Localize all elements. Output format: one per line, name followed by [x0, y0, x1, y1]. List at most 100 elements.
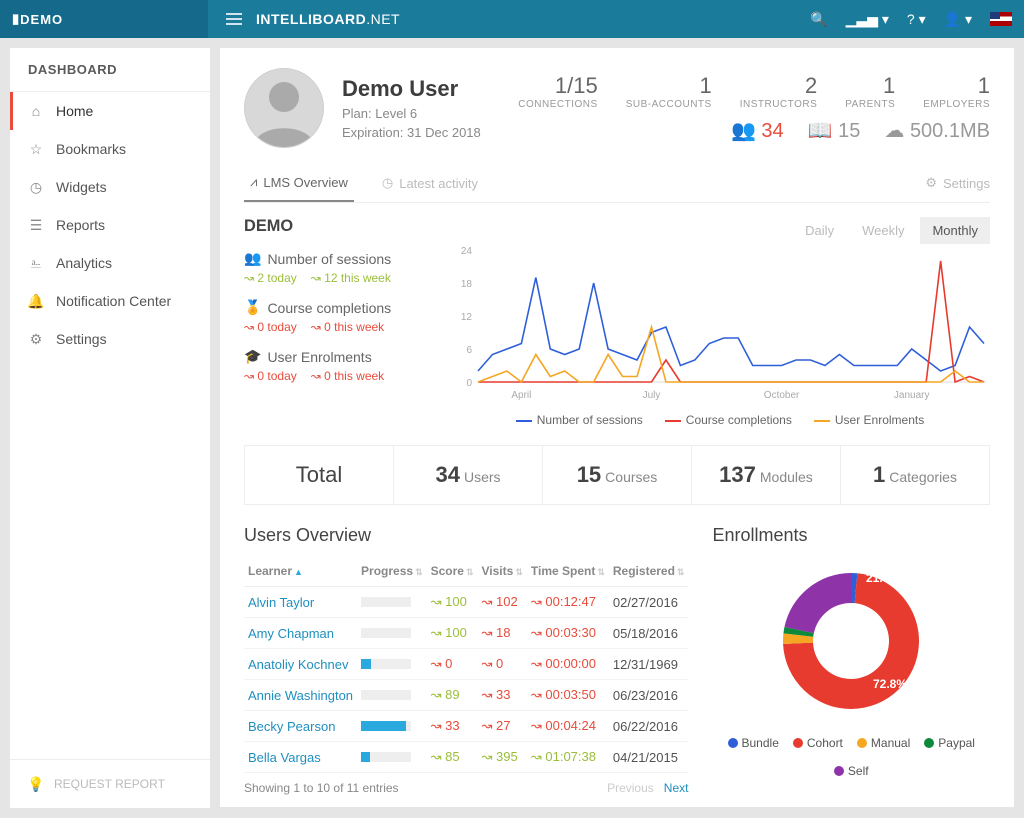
stat-instructors: 2INSTRUCTORS	[740, 73, 818, 110]
sidebar-item-analytics[interactable]: ⎁ Analytics	[10, 244, 210, 282]
pager-prev[interactable]: Previous	[607, 781, 654, 795]
th-score[interactable]: Score⇅	[427, 556, 478, 587]
flag-icon[interactable]	[990, 12, 1012, 26]
sidebar-item-label: Analytics	[56, 255, 112, 271]
totals: Total 34Users 15Courses 137Modules 1Cate…	[244, 445, 990, 505]
sidebar-item-label: Bookmarks	[56, 141, 126, 157]
metric-completions: 🏅Course completions ↝ 0 today↝ 0 this we…	[244, 299, 436, 334]
svg-text:0: 0	[466, 378, 472, 389]
bulb-icon: 💡	[28, 776, 44, 792]
learner-link[interactable]: Alvin Taylor	[244, 587, 357, 618]
sidebar-item-widgets[interactable]: ◷ Widgets	[10, 168, 210, 206]
period-weekly[interactable]: Weekly	[850, 217, 916, 244]
pulse-icon: ⩘	[250, 174, 257, 190]
th-visits[interactable]: Visits⇅	[478, 556, 527, 587]
period-daily[interactable]: Daily	[793, 217, 846, 244]
avatar	[244, 68, 324, 148]
sidebar: DASHBOARD ⌂Home☆Bookmarks◷Widgets☰Report…	[10, 48, 210, 808]
table-row: Becky Pearson ↝ 33 ↝ 27 ↝ 00:04:24 06/22…	[244, 711, 688, 742]
search-icon[interactable]: 🔍	[810, 11, 827, 28]
demo-title: DEMO	[244, 217, 293, 236]
legend-item: Course completions	[665, 413, 792, 427]
sidebar-item-label: Home	[56, 103, 93, 119]
tabs: ⩘LMS Overview ◷Latest activity ⚙Settings	[244, 164, 990, 203]
user-name: Demo User	[342, 76, 481, 102]
sidebar-item-bookmarks[interactable]: ☆ Bookmarks	[10, 130, 210, 168]
svg-text:12: 12	[461, 312, 473, 323]
tab-latest-activity[interactable]: ◷Latest activity	[376, 165, 484, 201]
users-overview-title: Users Overview	[244, 525, 688, 546]
clock-icon: ◷	[382, 175, 393, 191]
svg-text:21.7%: 21.7%	[866, 571, 900, 585]
users-icon: 👥	[244, 250, 261, 267]
user-expiration: Expiration: 31 Dec 2018	[342, 125, 481, 140]
enrollments: Enrollments 21.7%72.8% BundleCohortManua…	[712, 505, 990, 795]
request-report[interactable]: 💡REQUEST REPORT	[10, 759, 210, 808]
brand-bold: INTELLIBOARD	[256, 11, 366, 27]
main: Demo User Plan: Level 6 Expiration: 31 D…	[220, 48, 1014, 808]
sidebar-item-reports[interactable]: ☰ Reports	[10, 206, 210, 244]
sidebar-item-label: Notification Center	[56, 293, 171, 309]
th-time[interactable]: Time Spent⇅	[527, 556, 609, 587]
total-categories: 1Categories	[841, 446, 989, 504]
sidebar-item-home[interactable]: ⌂ Home	[10, 92, 210, 130]
th-progress[interactable]: Progress⇅	[357, 556, 427, 587]
sliders-icon: ⚙	[28, 331, 44, 347]
svg-text:October: October	[764, 390, 800, 401]
sidebar-item-label: Reports	[56, 217, 105, 233]
learner-link[interactable]: Anatoliy Kochnev	[244, 649, 357, 680]
legend-item: Number of sessions	[516, 413, 643, 427]
sidebar-item-settings[interactable]: ⚙Settings	[10, 320, 210, 358]
user-icon[interactable]: 👤 ▾	[944, 11, 972, 28]
learner-link[interactable]: Amy Chapman	[244, 618, 357, 649]
badge-icon: 🏅	[244, 299, 261, 316]
books-mini-stat: 📖 15	[808, 118, 861, 143]
tenant-badge: ▮ DEMO	[0, 0, 208, 38]
bell-icon: 🔔	[28, 293, 44, 309]
donut-legend-item: Paypal	[924, 736, 975, 750]
tab-settings-link[interactable]: ⚙Settings	[925, 175, 990, 191]
svg-text:July: July	[643, 390, 661, 401]
layers-icon: ☰	[28, 217, 44, 233]
donut-legend-item: Self	[834, 764, 869, 778]
total-courses: 15Courses	[543, 446, 692, 504]
donut-chart: 21.7% 72.8%	[751, 556, 951, 726]
signal-icon[interactable]: ▁▃▅ ▾	[846, 11, 889, 28]
gear-icon: ⚙	[925, 175, 937, 191]
sidebar-item-notification-center[interactable]: 🔔 Notification Center	[10, 282, 210, 320]
learner-link[interactable]: Annie Washington	[244, 680, 357, 711]
th-learner[interactable]: Learner▲	[244, 556, 357, 587]
clock-icon: ◷	[28, 179, 44, 195]
home-icon: ⌂	[28, 103, 44, 119]
svg-text:January: January	[894, 390, 930, 401]
menu-icon[interactable]	[226, 13, 242, 25]
line-chart: Daily Weekly Monthly 06121824AprilJulyOc…	[450, 217, 990, 427]
table-row: Alvin Taylor ↝ 100 ↝ 102 ↝ 00:12:47 02/2…	[244, 587, 688, 618]
th-registered[interactable]: Registered⇅	[609, 556, 689, 587]
donut-legend-item: Bundle	[728, 736, 779, 750]
learner-link[interactable]: Bella Vargas	[244, 742, 357, 773]
star-icon: ☆	[28, 141, 44, 157]
tab-lms-overview[interactable]: ⩘LMS Overview	[244, 164, 354, 202]
table-row: Anatoliy Kochnev ↝ 0 ↝ 0 ↝ 00:00:00 12/3…	[244, 649, 688, 680]
donut-legend-item: Cohort	[793, 736, 843, 750]
svg-text:24: 24	[461, 246, 473, 257]
analytics-icon: ⎁	[28, 255, 44, 271]
pager-next[interactable]: Next	[664, 781, 689, 795]
topbar-right: 🔍 ▁▃▅ ▾ ? ▾ 👤 ▾	[810, 11, 1024, 28]
stat-sub-accounts: 1SUB-ACCOUNTS	[626, 73, 712, 110]
stat-employers: 1EMPLOYERS	[923, 73, 990, 110]
brand-thin: .NET	[366, 11, 400, 27]
brand: INTELLIBOARD.NET	[208, 11, 400, 27]
sidebar-item-label: Widgets	[56, 179, 107, 195]
learner-link[interactable]: Becky Pearson	[244, 711, 357, 742]
svg-text:72.8%: 72.8%	[873, 677, 907, 691]
help-icon[interactable]: ? ▾	[907, 11, 926, 28]
total-modules: 137Modules	[692, 446, 841, 504]
users-mini-stat: 👥 34	[731, 118, 784, 143]
period-monthly[interactable]: Monthly	[920, 217, 990, 244]
storage-mini-stat: ☁ 500.1MB	[884, 118, 990, 143]
metric-sessions: 👥Number of sessions ↝ 2 today↝ 12 this w…	[244, 250, 436, 285]
svg-text:April: April	[511, 390, 531, 401]
user-header: Demo User Plan: Level 6 Expiration: 31 D…	[244, 68, 990, 148]
